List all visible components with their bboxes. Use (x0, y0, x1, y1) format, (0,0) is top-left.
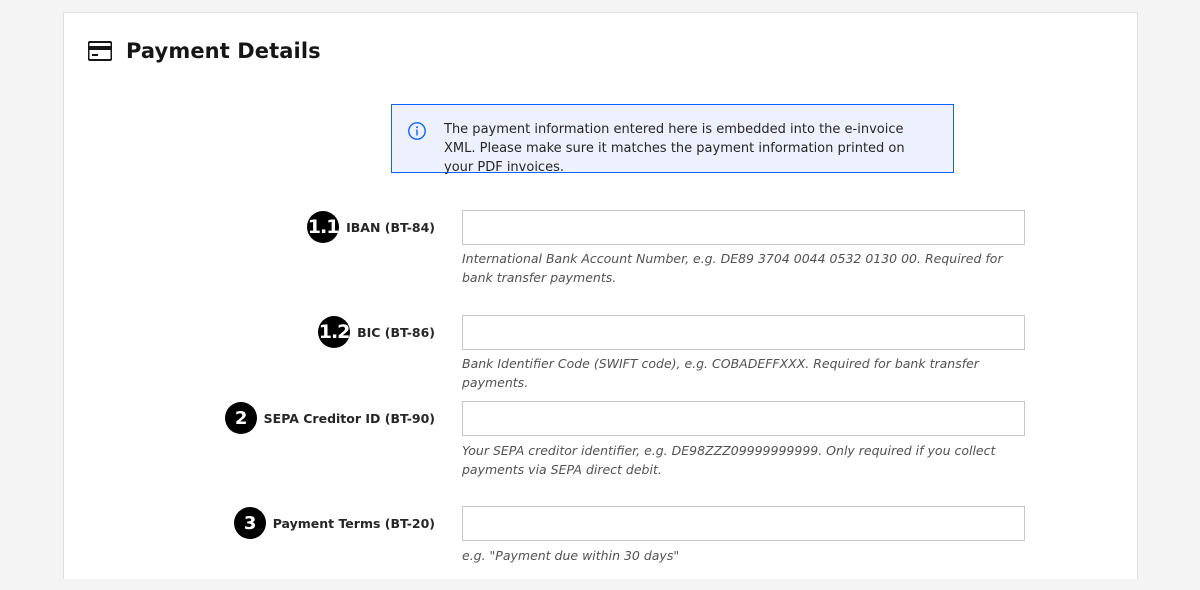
sepa-creditor-id-helper-text: Your SEPA creditor identifier, e.g. DE98… (462, 443, 996, 477)
iban-label: IBAN (BT-84) (346, 219, 435, 235)
bic-helper-text: Bank Identifier Code (SWIFT code), e.g. … (462, 356, 979, 390)
section-header: Payment Details (88, 39, 321, 63)
credit-card-icon (88, 41, 112, 61)
info-icon (408, 122, 426, 140)
step-badge: 3 (233, 507, 266, 539)
payment-details-panel: Payment Details The payment information … (63, 12, 1138, 579)
step-badge: 1.1 (307, 211, 339, 243)
bic-label-group: 1.2 BIC (BT-86) (318, 316, 435, 348)
payment-terms-helper-text: e.g. "Payment due within 30 days" (462, 548, 680, 563)
info-notification: The payment information entered here is … (391, 104, 954, 175)
bic-input[interactable] (462, 315, 1025, 350)
notification-text: The payment information entered here is … (444, 122, 905, 175)
bic-label: BIC (BT-86) (357, 324, 435, 340)
sepa-creditor-id-label: SEPA Creditor ID (BT-90) (263, 410, 435, 426)
payment-terms-label: Payment Terms (BT-20) (272, 515, 435, 531)
sepa-creditor-id-label-group: 2 SEPA Creditor ID (BT-90) (224, 402, 435, 434)
page-title: Payment Details (126, 39, 321, 63)
payment-terms-label-group: 3 Payment Terms (BT-20) (233, 507, 435, 539)
iban-label-group: 1.1 IBAN (BT-84) (307, 211, 435, 243)
iban-helper-text: International Bank Account Number, e.g. … (462, 251, 1003, 285)
step-badge: 1.2 (318, 316, 350, 348)
sepa-creditor-id-input[interactable] (462, 401, 1025, 436)
iban-input[interactable] (462, 210, 1025, 245)
step-badge: 2 (224, 402, 257, 434)
payment-terms-input[interactable] (462, 506, 1025, 541)
